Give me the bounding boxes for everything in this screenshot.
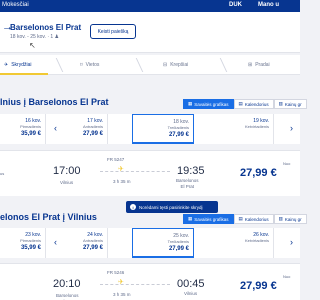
step-divider — [46, 58, 64, 72]
flight-number: FR 5247 — [107, 157, 125, 162]
date-cell-selected[interactable]: 18 kov. Trečiadienis 27,99 € — [132, 114, 194, 144]
step-extras[interactable]: ⊞ Pradai — [248, 62, 270, 68]
departure-time: 17:00 — [53, 165, 81, 177]
arrival-time: 19:35 — [177, 165, 205, 177]
top-bar-title[interactable]: Mokesčiai — [2, 2, 29, 8]
price-from-label: Nuo — [283, 274, 291, 279]
route-line — [100, 284, 170, 285]
route-destination: Barselonos El Prat — [10, 23, 82, 32]
flight-price: 27,99 € — [240, 280, 277, 292]
extras-icon: ⊞ — [248, 62, 253, 68]
outbound-view-switcher: ▦ Savaitės grafikas ▤ Kalendorius ▥ Kainų g… — [183, 99, 307, 109]
price-from-label: Nuo — [283, 161, 291, 166]
calendar-view-tab[interactable]: ▤ Kalendorius — [233, 214, 274, 224]
outbound-date-strip: 16 kov. Pirmadienis 35,99 € ‹ 17 kov. An… — [0, 114, 300, 144]
step-flights[interactable]: ✈ Skrydžiai — [4, 62, 32, 68]
step-seats[interactable]: ⌑ Vietos — [80, 62, 99, 68]
inbound-date-strip: 23 kov. Pirmadienis 35,99 € ‹ 24 kov. An… — [0, 228, 300, 258]
arrival-city: Vilnius — [184, 291, 198, 296]
departure-city: BarselonosEl Prat — [56, 293, 79, 300]
seat-icon: ⌑ — [80, 62, 83, 68]
arrival-city: Barselonos El Prat — [176, 178, 199, 189]
select-flight-toast: i Norėdami tęsti pasirinkite skrydį — [126, 201, 218, 213]
change-search-button[interactable]: Keisti paiešką — [90, 24, 136, 39]
inbound-flight-card[interactable]: 20:10 BarselonosEl Prat FR 5246 ✈ 3 h 35… — [0, 263, 300, 300]
calendar-icon: ▤ — [238, 101, 243, 106]
calendar-view-tab[interactable]: ▤ Kalendorius — [233, 99, 274, 109]
account-link[interactable]: Mano u — [258, 2, 279, 8]
flight-price: 27,99 € — [240, 167, 277, 179]
route-meta: 18 kov. - 25 kov. · 1 ♟ — [10, 34, 60, 40]
calendar-icon: ▤ — [238, 216, 243, 221]
bag-icon: ⊟ — [163, 62, 168, 68]
info-icon: i — [130, 204, 136, 210]
chart-icon: ▥ — [278, 101, 283, 106]
step-bags[interactable]: ⊟ Krepšiai — [163, 62, 188, 68]
departure-time: 20:10 — [53, 278, 81, 290]
flight-number: FR 5246 — [107, 270, 125, 275]
outbound-title: lnius į Barselonos El Prat — [0, 97, 109, 107]
next-dates-arrow[interactable]: › — [290, 123, 293, 133]
plane-icon: ✈ — [118, 166, 124, 173]
date-cell[interactable]: 24 kov. Antradienis 27,99 € — [60, 228, 108, 258]
flight-duration: 3 h 35 m — [113, 292, 131, 297]
currency-selector[interactable]: DUK — [229, 2, 242, 8]
inbound-view-switcher: ▦ Savaitės grafikas ▤ Kalendorius ▥ Kainų g… — [183, 214, 307, 224]
plane-icon: ✈ — [118, 279, 124, 286]
previous-dates-arrow[interactable]: ‹ — [54, 123, 57, 133]
grid-icon: ▦ — [188, 101, 193, 106]
price-chart-tab[interactable]: ▥ Kainų gr — [273, 99, 307, 109]
chart-icon: ▥ — [278, 216, 283, 221]
flight-duration: 3 h 35 m — [113, 179, 131, 184]
week-view-tab[interactable]: ▦ Savaitės grafikas — [183, 214, 234, 224]
route-line — [100, 171, 170, 172]
date-cell[interactable]: 16 kov. Pirmadienis 35,99 € — [0, 114, 46, 144]
active-step-indicator — [0, 73, 48, 75]
week-view-tab[interactable]: ▦ Savaitės grafikas — [183, 99, 234, 109]
inbound-title: elonos El Prat į Vilnius — [0, 212, 97, 222]
plane-icon: ✈ — [4, 62, 9, 68]
date-cell[interactable]: 19 kov. Ketvirtadienis — [218, 114, 274, 144]
step-divider — [210, 58, 228, 72]
mouse-cursor-icon: ↖ — [29, 41, 36, 50]
booking-steps: ✈ Skrydžiai ⌑ Vietos ⊟ Krepšiai ⊞ Pradai — [0, 55, 300, 75]
previous-dates-arrow[interactable]: ‹ — [54, 237, 57, 247]
step-divider — [126, 58, 144, 72]
date-cell[interactable]: 23 kov. Pirmadienis 35,99 € — [0, 228, 46, 258]
next-dates-arrow[interactable]: › — [290, 237, 293, 247]
arrival-time: 00:45 — [177, 278, 205, 290]
top-bar: Mokesčiai DUK Mano u — [0, 0, 300, 12]
departure-city: Vilnius — [60, 180, 74, 185]
date-cell[interactable]: 17 kov. Antradienis 27,99 € — [60, 114, 108, 144]
price-chart-tab[interactable]: ▥ Kainų gr — [273, 214, 307, 224]
outbound-flight-card[interactable]: us 17:00 Vilnius FR 5247 ✈ 3 h 35 m 19:3… — [0, 150, 300, 196]
date-cell[interactable]: 26 kov. Ketvirtadienis — [218, 228, 274, 258]
date-cell-selected[interactable]: 25 kov. Trečiadienis 27,99 € — [132, 228, 194, 258]
grid-icon: ▦ — [188, 216, 193, 221]
route-summary: → Barselonos El Prat 18 kov. - 25 kov. ·… — [0, 12, 300, 53]
